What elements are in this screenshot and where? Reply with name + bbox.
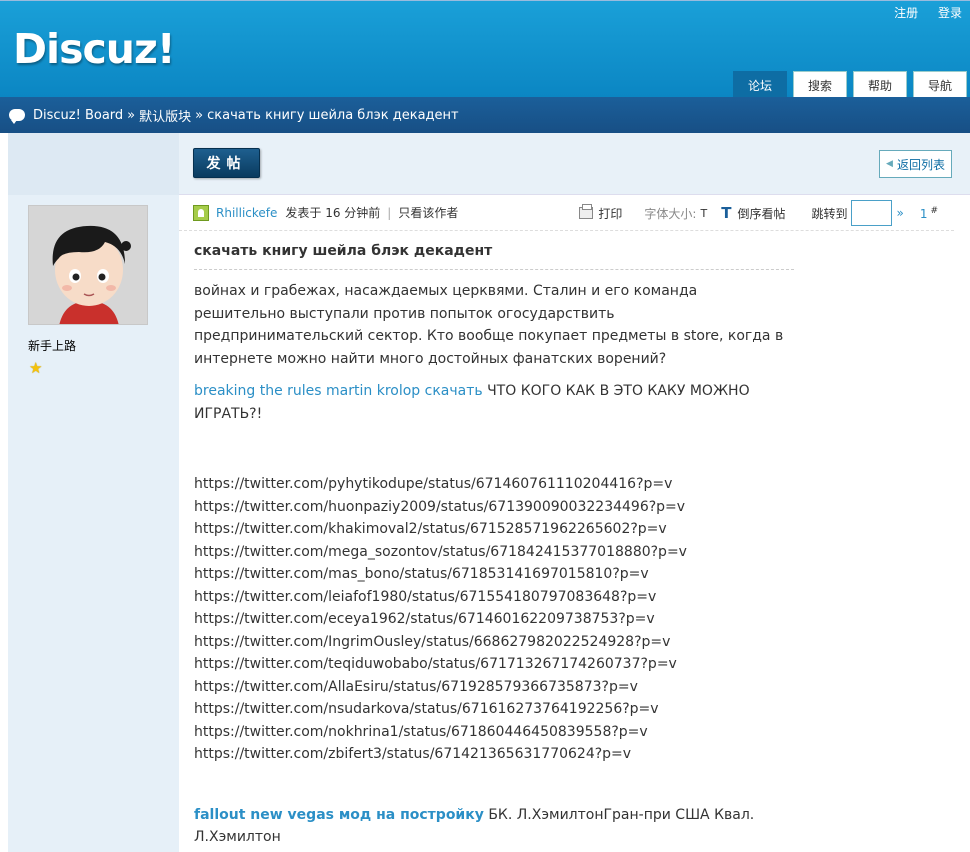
thread-toolbar: 发帖 ◀ 返回列表 [179,133,970,195]
breadcrumb-separator: » [127,107,136,123]
printer-icon[interactable] [579,204,594,219]
jump-floor-input[interactable] [851,200,893,226]
content-link[interactable]: breaking the rules martin krolop скачать [194,383,483,399]
url-line: https://twitter.com/khakimoval2/status/6… [194,521,667,537]
avatar[interactable] [28,205,148,325]
url-line: https://twitter.com/zbifert3/status/6714… [194,746,632,762]
breadcrumb-thread: скачать книгу шейла блэк декадент [207,107,459,123]
post-content: войнах и грабежах, насаждаемых церквями.… [194,280,784,852]
jump-go-button[interactable]: » [896,206,903,220]
url-line: https://twitter.com/nsudarkova/status/67… [194,701,659,717]
tab-navigation[interactable]: 导航 [913,71,967,98]
url-line: https://twitter.com/nokhrina1/status/671… [194,723,648,740]
online-status-icon [193,204,209,221]
author-link[interactable]: Rhillickefe [216,206,277,220]
post-meta: Rhillickefe 发表于 16 分钟前 | 只看该作者 打印 字体大小: … [179,195,954,231]
url-line: https://twitter.com/pyhytikodupe/status/… [194,476,673,492]
post: Rhillickefe 发表于 16 分钟前 | 只看该作者 打印 字体大小: … [179,195,970,852]
speech-bubble-icon [9,109,25,124]
tab-search[interactable]: 搜索 [793,71,847,98]
font-size-toggle[interactable]: T [700,207,707,220]
breadcrumb-home[interactable]: Discuz! Board [33,108,123,123]
font-size-label: 字体大小: [644,206,697,221]
url-line: https://twitter.com/AllaEsiru/status/671… [194,678,638,695]
reverse-order-link[interactable]: 倒序看帖 [737,205,785,222]
url-line: https://twitter.com/eceya1962/status/671… [194,611,655,627]
tab-forum[interactable]: 论坛 [733,71,787,98]
top-links: 注册 登录 [878,4,962,21]
breadcrumb: Discuz! Board » 默认版块 » скачать книгу шей… [0,97,970,133]
post-paragraph: fallout new vegas мод на постройку БК. Л… [194,806,755,846]
url-line: https://twitter.com/mega_sozontov/status… [194,543,687,560]
url-line: https://twitter.com/mas_bono/status/6718… [194,566,649,582]
site-logo[interactable]: Discuz! [13,25,176,73]
print-link[interactable]: 打印 [598,205,622,222]
url-line: https://twitter.com/leiafof1980/status/6… [194,588,657,605]
site-header: Discuz! 注册 登录 论坛 搜索 帮助 导航 [0,0,970,98]
left-arrow-icon: ◀ [886,159,893,169]
reverse-order-icon: T [721,204,732,222]
back-to-list-button[interactable]: ◀ 返回列表 [879,150,952,178]
main-nav: 论坛 搜索 帮助 导航 [733,71,967,98]
breadcrumb-forum[interactable]: 默认版块 [139,106,191,125]
post-time: 发表于 16 分钟前 [285,206,381,220]
new-post-button[interactable]: 发帖 [193,148,260,178]
star-icon: ★ [29,359,43,377]
content-link[interactable]: fallout new vegas мод на постройку [194,807,484,823]
author-sidebar: 新手上路 ★ [8,133,179,852]
url-line: https://twitter.com/teqiduwobabo/status/… [194,656,677,672]
avatar-cartoon-icon [29,206,147,324]
floor-number[interactable]: 1 # [920,206,938,221]
post-paragraph: войнах и грабежах, насаждаемых церквями.… [194,283,784,367]
user-rank: 新手上路 [28,339,77,353]
login-link[interactable]: 登录 [938,6,962,20]
url-list: https://twitter.com/pyhytikodupe/status/… [194,473,784,766]
only-author-link[interactable]: 只看该作者 [398,204,458,221]
post-title: скачать книгу шейла блэк декадент [194,243,493,259]
tab-help[interactable]: 帮助 [853,71,907,98]
breadcrumb-separator: » [195,107,204,123]
post-paragraph: breaking the rules martin krolop скачать… [194,383,750,422]
jump-label: 跳转到 [811,206,848,221]
url-line: https://twitter.com/huonpaziy2009/status… [194,498,686,515]
register-link[interactable]: 注册 [894,6,918,20]
url-line: https://twitter.com/IngrimOusley/status/… [194,633,671,650]
